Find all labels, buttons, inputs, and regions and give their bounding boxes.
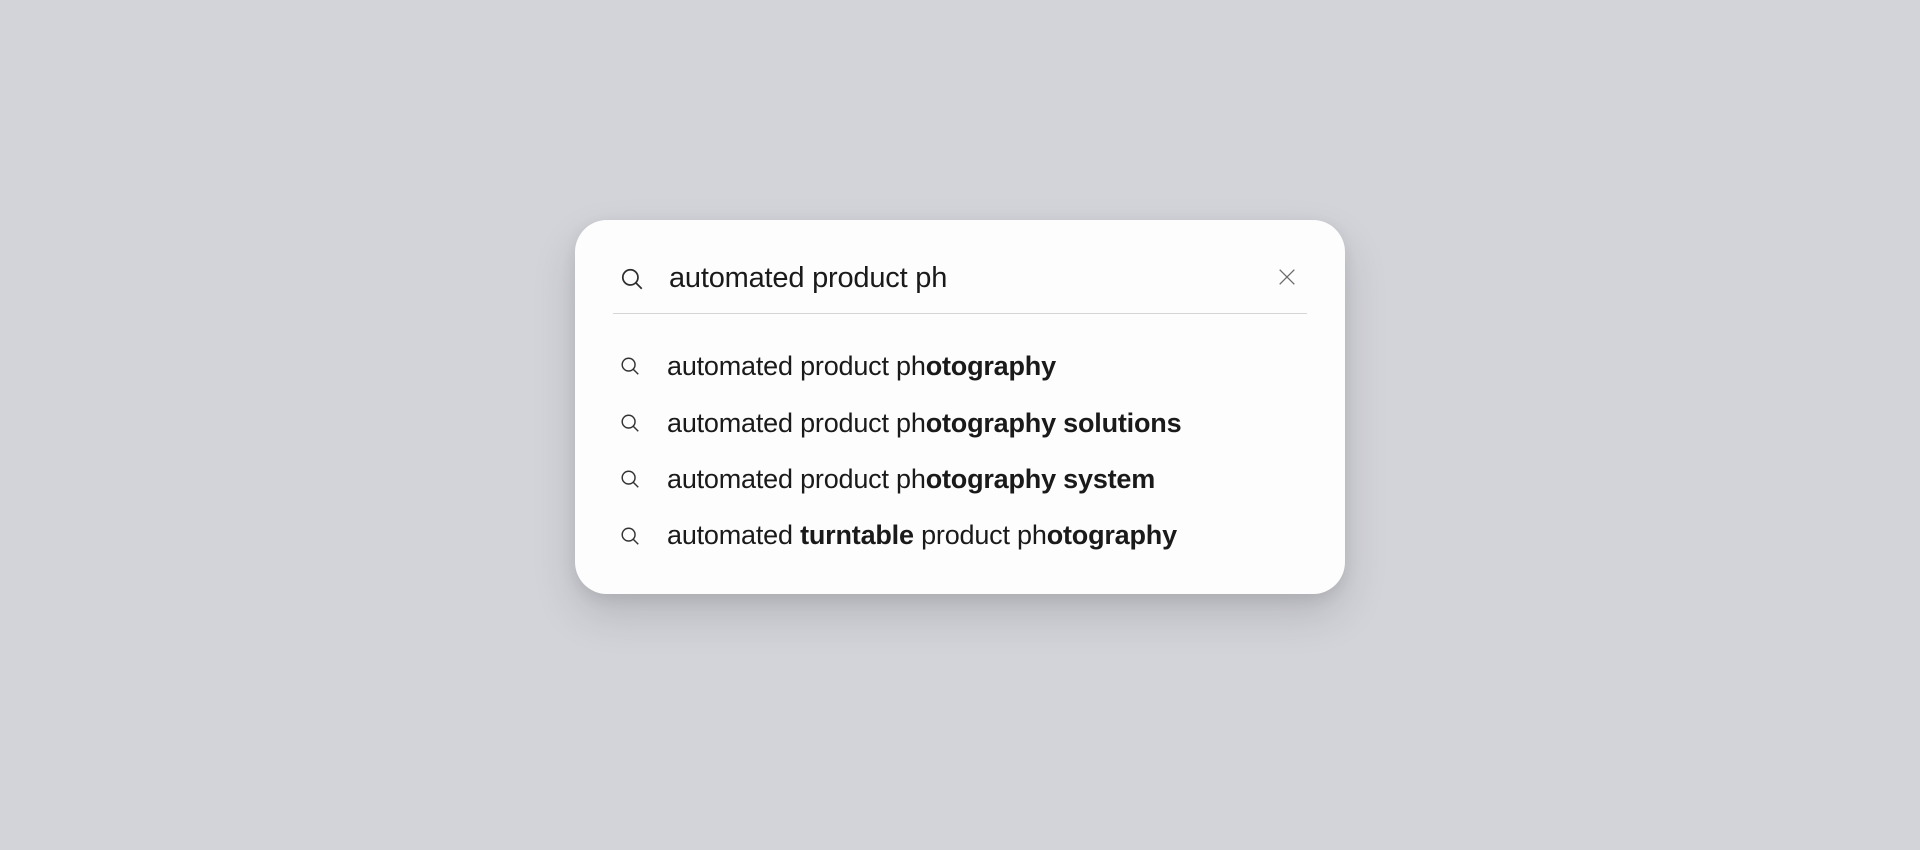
search-icon xyxy=(619,468,641,490)
search-icon xyxy=(619,266,645,292)
search-icon xyxy=(619,525,641,547)
suggestion-item[interactable]: automated product photography solutions xyxy=(613,403,1307,443)
suggestion-item[interactable]: automated product photography system xyxy=(613,459,1307,499)
close-icon xyxy=(1276,266,1298,291)
clear-button[interactable] xyxy=(1273,265,1301,293)
search-input[interactable] xyxy=(669,262,1257,295)
suggestion-item[interactable]: automated product photography xyxy=(613,346,1307,386)
suggestions-list: automated product photography automated p… xyxy=(613,314,1307,556)
suggestion-item[interactable]: automated turntable product photography xyxy=(613,515,1307,555)
suggestion-text: automated turntable product photography xyxy=(667,517,1177,553)
search-icon xyxy=(619,412,641,434)
search-row xyxy=(613,250,1307,314)
search-panel: automated product photography automated p… xyxy=(575,220,1345,594)
suggestion-text: automated product photography xyxy=(667,348,1056,384)
suggestion-text: automated product photography solutions xyxy=(667,405,1181,441)
search-icon xyxy=(619,355,641,377)
suggestion-text: automated product photography system xyxy=(667,461,1155,497)
